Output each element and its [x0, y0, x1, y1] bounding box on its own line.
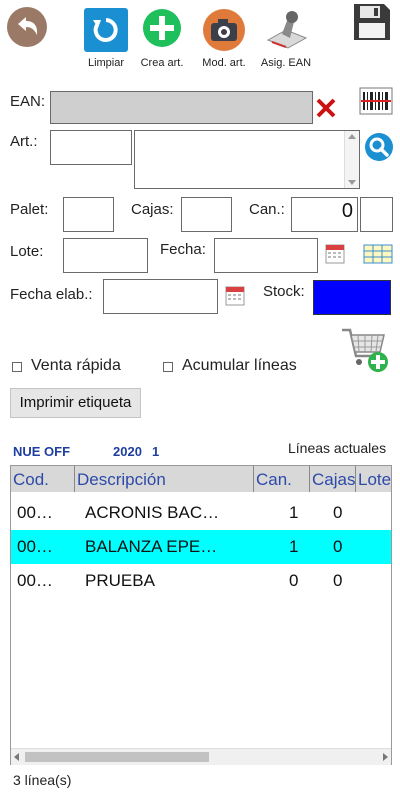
- asig-ean-label: Asig. EAN: [260, 57, 312, 69]
- cell-descripcion: ACRONIS BAC…: [85, 503, 220, 522]
- column-header-cajas[interactable]: Cajas: [310, 466, 356, 492]
- stamp-icon: [266, 11, 308, 49]
- back-button[interactable]: [6, 6, 48, 48]
- art-description-scrollbar[interactable]: [344, 131, 359, 188]
- clear-ean-button[interactable]: [316, 97, 336, 119]
- cell-cajas: 0: [333, 503, 343, 522]
- crea-art-button[interactable]: Crea art.: [138, 8, 186, 70]
- scroll-down-icon[interactable]: [348, 180, 356, 185]
- barcode-icon: [359, 87, 393, 115]
- calendar-icon: [225, 286, 245, 306]
- acumular-lineas-checkbox[interactable]: [163, 362, 173, 372]
- art-code-field[interactable]: [50, 130, 132, 165]
- cell-cajas: 0: [333, 571, 343, 590]
- fecha-calendar-button[interactable]: [325, 242, 345, 264]
- stock-label: Stock:: [263, 283, 305, 300]
- table-row[interactable]: 00… ACRONIS BAC… 1 0: [11, 496, 391, 530]
- scroll-up-icon[interactable]: [348, 134, 356, 139]
- cajas-label: Cajas:: [131, 201, 174, 218]
- cell-descripcion: BALANZA EPE…: [85, 537, 218, 556]
- cell-cod: 00…: [17, 571, 53, 590]
- palet-label: Palet:: [10, 201, 49, 218]
- fecha-label: Fecha:: [160, 241, 206, 258]
- scroll-left-icon[interactable]: [14, 753, 19, 761]
- cell-can: 1: [289, 537, 299, 556]
- table-row[interactable]: 00… PRUEBA 0 0: [11, 564, 391, 598]
- scroll-right-icon[interactable]: [383, 753, 388, 761]
- cantidad-extra-field[interactable]: [360, 197, 393, 232]
- cajas-field[interactable]: [181, 197, 232, 232]
- cell-cod: 00…: [17, 503, 53, 522]
- barcode-scan-button[interactable]: [358, 86, 394, 116]
- refresh-icon: [84, 8, 128, 52]
- imprimir-etiqueta-label: Imprimir etiqueta: [19, 394, 132, 411]
- limpiar-button[interactable]: Limpiar: [82, 8, 130, 70]
- cart-add-icon: [342, 328, 388, 372]
- camera-icon: [203, 9, 245, 51]
- stock-field: [313, 280, 391, 315]
- venta-rapida-label[interactable]: Venta rápida: [31, 357, 121, 375]
- floppy-disk-icon: [354, 4, 390, 40]
- cell-can: 0: [289, 571, 299, 590]
- grid-header: Cod. Descripción Can. Cajas Lote: [11, 466, 391, 492]
- cantidad-value: 0: [341, 200, 353, 222]
- add-to-cart-button[interactable]: [340, 322, 390, 374]
- fecha-elab-calendar-button[interactable]: [225, 284, 245, 306]
- cell-descripcion: PRUEBA: [85, 571, 155, 590]
- scrollbar-thumb[interactable]: [25, 752, 209, 762]
- can-label: Can.:: [249, 201, 285, 218]
- search-icon: [365, 133, 393, 161]
- column-header-can[interactable]: Can.: [254, 466, 310, 492]
- cell-cajas: 0: [333, 537, 343, 556]
- line-count: 3 línea(s): [13, 772, 72, 788]
- cantidad-field[interactable]: 0: [291, 197, 358, 232]
- fecha-elab-label: Fecha elab.:: [10, 286, 93, 303]
- ean-label: EAN:: [10, 93, 46, 110]
- lote-label: Lote:: [10, 243, 44, 260]
- plus-icon: [143, 9, 181, 47]
- acumular-lineas-label[interactable]: Acumular líneas: [182, 357, 297, 375]
- calendar-icon: [325, 244, 345, 264]
- table-icon: [363, 244, 393, 264]
- back-arrow-icon: [7, 7, 47, 47]
- mod-art-label: Mod. art.: [202, 57, 246, 69]
- document-year: 2020: [113, 444, 142, 459]
- art-label: Art.:: [10, 133, 38, 150]
- save-button[interactable]: [352, 2, 392, 42]
- column-header-cod[interactable]: Cod.: [11, 466, 75, 492]
- cell-cod: 00…: [17, 537, 53, 556]
- search-article-button[interactable]: [364, 132, 394, 162]
- grid-horizontal-scrollbar[interactable]: [11, 748, 391, 765]
- imprimir-etiqueta-button[interactable]: Imprimir etiqueta: [10, 388, 141, 418]
- table-view-button[interactable]: [363, 243, 393, 265]
- mod-art-button[interactable]: Mod. art.: [200, 8, 248, 70]
- column-header-descripcion[interactable]: Descripción: [75, 466, 254, 492]
- crea-art-label: Crea art.: [140, 57, 184, 69]
- table-row-selected[interactable]: 00… BALANZA EPE… 1 0: [11, 530, 391, 564]
- asig-ean-button[interactable]: Asig. EAN: [261, 8, 311, 70]
- palet-field[interactable]: [63, 197, 114, 232]
- lote-field[interactable]: [63, 238, 148, 273]
- document-number: 1: [152, 444, 160, 459]
- column-header-lote[interactable]: Lote: [356, 466, 391, 492]
- ean-field[interactable]: [50, 91, 313, 124]
- fecha-field[interactable]: [214, 238, 318, 273]
- cell-can: 1: [289, 503, 299, 522]
- fecha-elab-field[interactable]: [103, 279, 218, 314]
- close-icon: [316, 98, 336, 118]
- document-code: NUE OFF: [13, 444, 71, 459]
- art-description-field[interactable]: [134, 130, 360, 189]
- venta-rapida-checkbox[interactable]: [12, 362, 22, 372]
- lines-title: Líneas actuales: [288, 440, 387, 456]
